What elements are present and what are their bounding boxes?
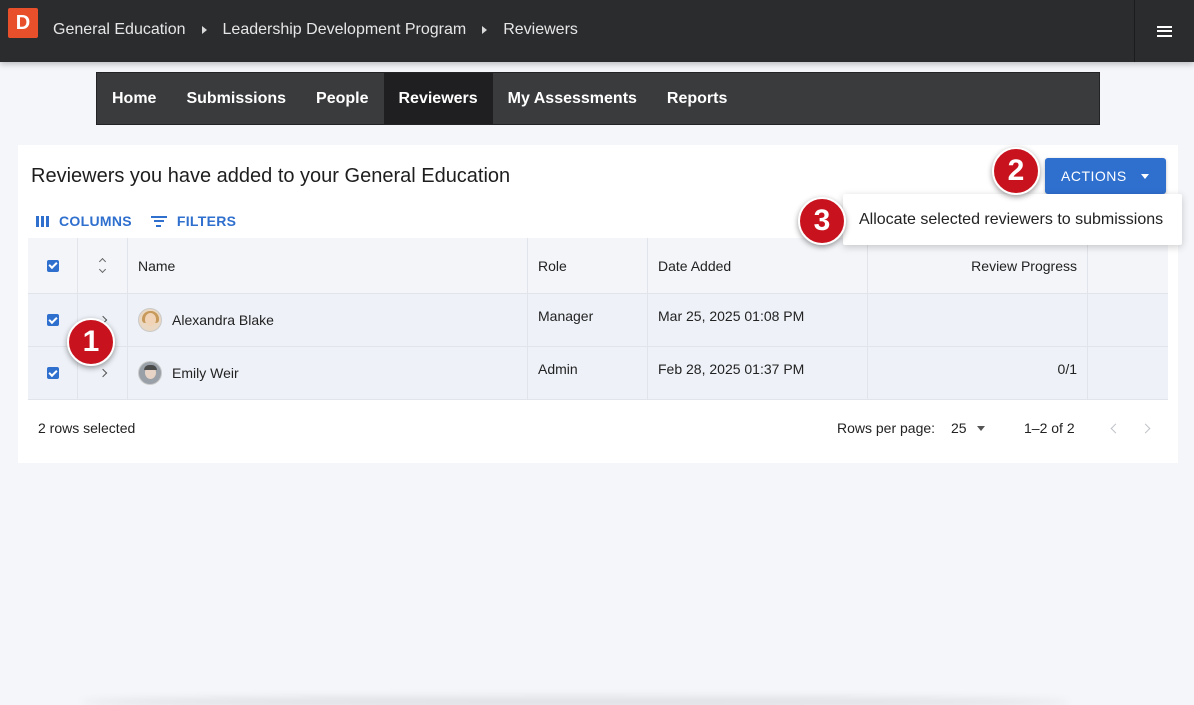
callout-marker-3: 3 [798,197,846,245]
top-bar: D General Education Leadership Developme… [0,0,1194,62]
callout-number: 2 [1007,154,1025,187]
table-footer: 2 rows selected Rows per page: 25 1–2 of… [38,420,1168,440]
caret-down-icon [976,425,985,431]
callout-number: 1 [82,325,100,358]
previous-page-icon[interactable] [1110,423,1121,434]
actions-menu: Allocate selected reviewers to submissio… [843,194,1182,245]
reviewer-date-added: Feb 28, 2025 01:37 PM [648,347,868,399]
table-row[interactable]: Emily Weir Admin Feb 28, 2025 01:37 PM 0… [28,347,1168,400]
next-page-icon[interactable] [1140,423,1151,434]
filters-label: FILTERS [176,213,237,229]
row-checkbox[interactable] [46,314,59,326]
column-header-name[interactable]: Name [128,238,528,293]
rows-per-page-value: 25 [951,420,967,436]
callout-marker-1: 1 [67,318,115,366]
nav-item-reports[interactable]: Reports [652,73,742,124]
select-all-cell [28,238,78,293]
hamburger-icon [1157,25,1172,37]
row-checkbox[interactable] [46,367,59,379]
breadcrumb: General Education Leadership Development… [53,0,578,60]
column-header-role[interactable]: Role [528,238,648,293]
caret-down-icon [1140,173,1149,179]
breadcrumb-item-reviewers: Reviewers [503,21,578,38]
callout-marker-2: 2 [992,147,1040,195]
row-extra-cell [1088,294,1168,346]
reviewer-role: Admin [528,347,648,399]
rows-per-page-label: Rows per page: [837,420,936,436]
nav-item-submissions[interactable]: Submissions [171,73,301,124]
nav-item-people[interactable]: People [301,73,383,124]
nav-item-reviewers[interactable]: Reviewers [383,73,493,124]
actions-label: ACTIONS [1061,168,1127,184]
column-header-extra [1088,238,1168,293]
breadcrumb-separator-icon [482,26,488,34]
table-header-row: Name Role Date Added Review Progress [28,238,1168,294]
avatar [138,361,162,385]
reviewer-name-cell: Alexandra Blake [128,294,528,346]
reviewer-name: Alexandra Blake [172,312,274,328]
grid-toolbar: COLUMNS FILTERS [36,211,255,231]
columns-label: COLUMNS [59,213,132,229]
reviewer-name: Emily Weir [172,365,239,381]
callout-number: 3 [813,204,831,237]
select-all-checkbox[interactable] [46,259,59,272]
main-nav: Home Submissions People Reviewers My Ass… [96,72,1100,125]
reviewer-progress: 0/1 [868,347,1088,399]
reviewer-progress [868,294,1088,346]
column-header-review-progress[interactable]: Review Progress [868,238,1088,293]
reviewer-role: Manager [528,294,648,346]
menu-item-allocate-reviewers[interactable]: Allocate selected reviewers to submissio… [859,211,1163,229]
nav-item-home[interactable]: Home [97,73,171,124]
breadcrumb-separator-icon [201,26,207,34]
pagination-range: 1–2 of 2 [1024,420,1075,436]
logo-letter: D [15,11,31,34]
column-header-date-added[interactable]: Date Added [648,238,868,293]
columns-icon [36,215,49,227]
columns-button[interactable]: COLUMNS [36,213,132,229]
filter-icon [150,215,167,227]
bottom-shadow [80,696,1070,705]
breadcrumb-item-program[interactable]: Leadership Development Program [223,21,467,39]
sort-icon [98,257,107,274]
reviewer-date-added: Mar 25, 2025 01:08 PM [648,294,868,346]
breadcrumb-item-general-education[interactable]: General Education [53,21,186,39]
filters-button[interactable]: FILTERS [150,213,237,229]
sort-toggle-cell[interactable] [78,238,128,293]
page-title: Reviewers you have added to your General… [31,165,511,187]
menu-button[interactable] [1134,0,1194,62]
row-extra-cell [1088,347,1168,399]
chevron-right-icon [98,368,107,378]
nav-item-my-assessments[interactable]: My Assessments [493,73,652,124]
selected-count: 2 rows selected [38,420,136,436]
rows-per-page-select[interactable]: 25 [951,420,985,436]
avatar [138,308,162,332]
table-row[interactable]: Alexandra Blake Manager Mar 25, 2025 01:… [28,294,1168,347]
reviewers-card: Reviewers you have added to your General… [18,145,1178,463]
app-logo[interactable]: D [8,8,38,38]
reviewer-name-cell: Emily Weir [128,347,528,399]
reviewers-table: Name Role Date Added Review Progress Ale… [28,238,1168,400]
actions-button[interactable]: ACTIONS [1045,158,1166,194]
